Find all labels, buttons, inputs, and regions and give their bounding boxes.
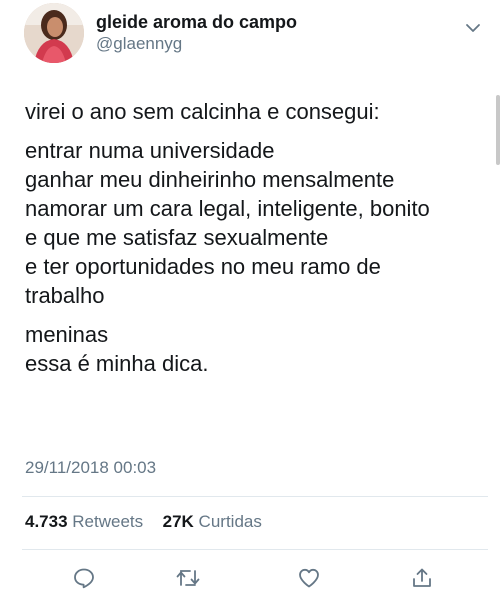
share-icon[interactable] xyxy=(408,564,436,592)
display-name[interactable]: gleide aroma do campo xyxy=(96,11,297,33)
tweet-line: trabalho xyxy=(25,283,105,308)
like-icon[interactable] xyxy=(295,564,323,592)
tweet-timestamp[interactable]: 29/11/2018 00:03 xyxy=(25,458,156,478)
avatar[interactable] xyxy=(24,3,84,63)
tweet-paragraph: entrar numa universidade ganhar meu dinh… xyxy=(25,136,485,310)
divider xyxy=(22,549,488,550)
tweet-header: gleide aroma do campo @glaennyg xyxy=(24,3,488,67)
chevron-down-icon[interactable] xyxy=(464,19,482,37)
divider xyxy=(22,496,488,497)
tweet-line: virei o ano sem calcinha e consegui: xyxy=(25,99,380,124)
username-handle[interactable]: @glaennyg xyxy=(96,33,297,55)
likes-label[interactable]: Curtidas xyxy=(199,512,262,531)
tweet-line: meninas xyxy=(25,322,109,347)
tweet-stats: 4.733 Retweets 27K Curtidas xyxy=(25,512,262,532)
retweets-label[interactable]: Retweets xyxy=(72,512,143,531)
reply-icon[interactable] xyxy=(70,564,98,592)
tweet-actions xyxy=(0,564,502,594)
retweet-icon[interactable] xyxy=(174,564,202,592)
tweet-paragraph: virei o ano sem calcinha e consegui: xyxy=(25,97,485,126)
tweet-line: ganhar meu dinheirinho mensalmente xyxy=(25,167,395,192)
tweet-line: namorar um cara legal, inteligente, boni… xyxy=(25,196,430,221)
likes-count[interactable]: 27K xyxy=(163,512,194,531)
tweet-line: e ter oportunidades no meu ramo de xyxy=(25,254,381,279)
tweet-text: virei o ano sem calcinha e consegui: ent… xyxy=(25,97,485,388)
retweets-count[interactable]: 4.733 xyxy=(25,512,68,531)
tweet-line: essa é minha dica. xyxy=(25,351,209,376)
tweet-line: entrar numa universidade xyxy=(25,138,275,163)
tweet-line: e que me satisfaz sexualmente xyxy=(25,225,329,250)
author-names: gleide aroma do campo @glaennyg xyxy=(96,11,297,55)
tweet-paragraph: meninas essa é minha dica. xyxy=(25,320,485,378)
scrollbar[interactable] xyxy=(496,95,500,165)
